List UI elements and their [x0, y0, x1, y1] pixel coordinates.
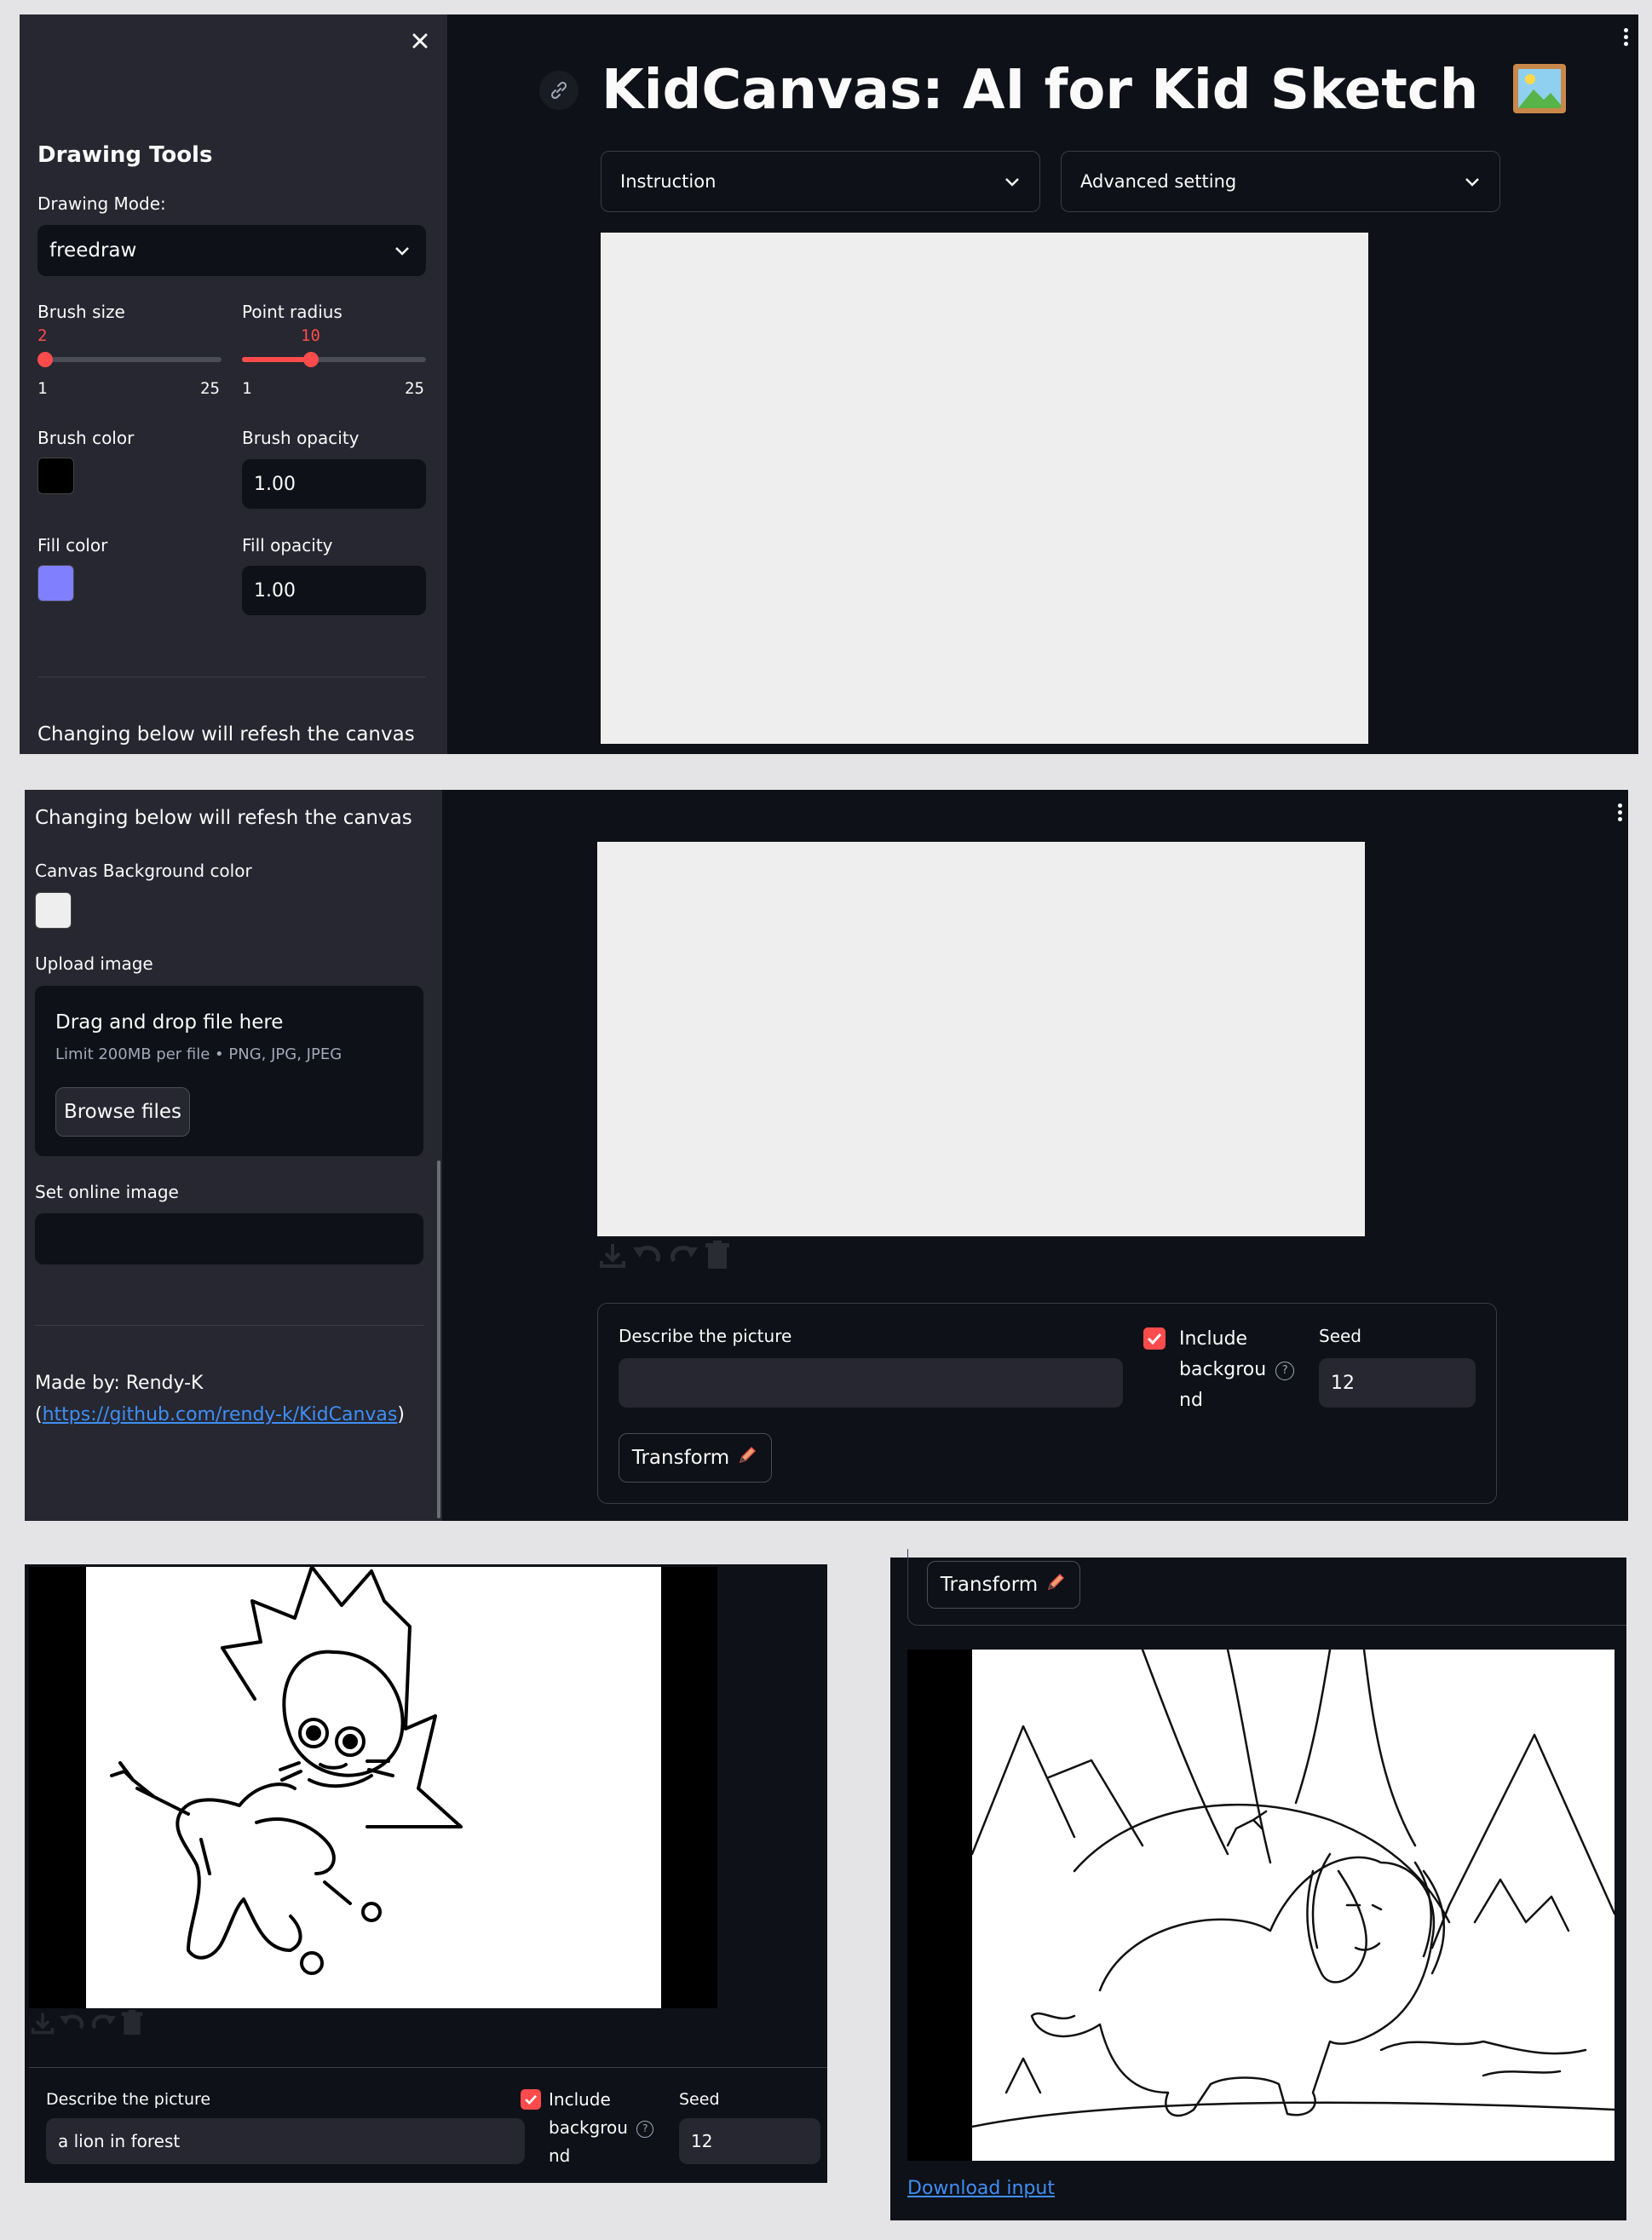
online-image-label: Set online image — [35, 1182, 179, 1202]
pencil-icon — [736, 1444, 758, 1471]
page-title-text: KidCanvas: AI for Kid Sketch — [602, 59, 1479, 122]
lion-sketch-drawing — [110, 1565, 463, 1975]
drawing-mode-select[interactable]: freedraw — [37, 225, 426, 276]
refresh-note: Changing below will refesh the canvas — [35, 807, 412, 829]
dropzone-title: Drag and drop file here — [55, 1011, 284, 1034]
chevron-down-icon — [1464, 171, 1481, 192]
pencil-icon — [1045, 1571, 1067, 1598]
trash-icon[interactable] — [703, 1240, 732, 1274]
point-radius-slider[interactable] — [242, 351, 429, 368]
instruction-expander-label: Instruction — [620, 171, 717, 192]
download-icon[interactable] — [597, 1241, 628, 1273]
fill-color-label: Fill color — [37, 535, 108, 556]
advanced-setting-expander-label: Advanced setting — [1080, 171, 1237, 192]
transform-button[interactable]: Transform — [927, 1561, 1080, 1609]
drawing-mode-label: Drawing Mode: — [37, 193, 166, 214]
fill-opacity-label: Fill opacity — [242, 535, 333, 556]
form-divider — [29, 2067, 827, 2068]
online-image-input[interactable] — [35, 1213, 423, 1264]
redo-icon[interactable] — [89, 2010, 118, 2039]
help-icon[interactable]: ? — [636, 2121, 654, 2138]
fill-color-picker[interactable] — [37, 565, 74, 602]
point-radius-max: 25 — [405, 379, 424, 398]
brush-color-label: Brush color — [37, 428, 135, 448]
browse-files-button[interactable]: Browse files — [55, 1087, 190, 1137]
help-icon[interactable]: ? — [1275, 1362, 1295, 1380]
point-radius-value: 10 — [301, 326, 320, 345]
panel-result: Transform Download input — [890, 1549, 1626, 2220]
undo-icon[interactable] — [631, 1241, 664, 1273]
fill-opacity-input[interactable]: 1.00 — [242, 566, 426, 615]
undo-icon[interactable] — [58, 2010, 87, 2039]
sidebar: Drawing Tools Drawing Mode: freedraw Bru… — [20, 14, 447, 754]
seed-input[interactable]: 12 — [1319, 1358, 1476, 1408]
include-background-checkbox[interactable] — [521, 2089, 541, 2110]
describe-label: Describe the picture — [46, 2090, 211, 2109]
github-link[interactable]: https://github.com/rendy-k/KidCanvas — [43, 1404, 398, 1425]
seed-input[interactable]: 12 — [679, 2118, 820, 2164]
panel-sketch-example: Describe the picture a lion in forest In… — [25, 1564, 827, 2183]
result-image — [907, 1648, 1616, 2161]
brush-size-value: 2 — [37, 326, 48, 345]
kebab-menu-icon[interactable] — [1624, 26, 1629, 49]
canvas-bg-color-picker[interactable] — [35, 892, 72, 929]
brush-opacity-label: Brush opacity — [242, 428, 360, 448]
upload-image-label: Upload image — [35, 953, 153, 974]
page-title: KidCanvas: AI for Kid Sketch — [602, 59, 1566, 122]
sidebar-heading: Drawing Tools — [37, 142, 213, 168]
sidebar-lower: Changing below will refesh the canvas Ca… — [25, 790, 442, 1521]
advanced-setting-expander[interactable]: Advanced setting — [1061, 151, 1500, 212]
point-radius-min: 1 — [242, 379, 252, 398]
drawing-mode-value: freedraw — [49, 239, 137, 262]
point-radius-slider-thumb[interactable] — [303, 352, 319, 367]
instruction-expander[interactable]: Instruction — [601, 151, 1040, 212]
sidebar-scrollbar[interactable] — [437, 1160, 440, 1518]
canvas-toolbar — [29, 2009, 157, 2040]
canvas-toolbar — [597, 1241, 734, 1272]
lion-forest-result-drawing — [970, 1648, 1616, 2128]
transform-button-label: Transform — [631, 1447, 730, 1469]
canvas-bg-color-label: Canvas Background color — [35, 861, 252, 881]
brush-color-picker[interactable] — [37, 458, 74, 494]
redo-icon[interactable] — [667, 1241, 699, 1273]
describe-label: Describe the picture — [619, 1326, 792, 1346]
brush-size-slider[interactable] — [37, 351, 225, 368]
brush-size-min: 1 — [37, 379, 48, 398]
describe-input[interactable] — [619, 1358, 1123, 1408]
seed-label: Seed — [679, 2090, 720, 2109]
sketch-canvas[interactable] — [29, 1565, 717, 2008]
download-input-link[interactable]: Download input — [907, 2178, 1055, 2199]
drawing-canvas[interactable] — [597, 842, 1365, 1236]
seed-label: Seed — [1319, 1326, 1361, 1346]
trash-icon[interactable] — [119, 2009, 145, 2040]
kebab-menu-icon[interactable] — [1618, 801, 1623, 824]
refresh-note: Changing below will refesh the canvas — [37, 723, 415, 746]
drawing-canvas[interactable] — [601, 233, 1368, 744]
made-by-credit: Made by: Rendy-K (https://github.com/ren… — [35, 1368, 435, 1431]
transform-button[interactable]: Transform — [619, 1433, 772, 1483]
picture-emoji-icon — [1512, 64, 1566, 113]
link-icon[interactable] — [539, 71, 578, 110]
dropzone-limit: Limit 200MB per file • PNG, JPG, JPEG — [55, 1045, 342, 1063]
file-dropzone[interactable]: Drag and drop file here Limit 200MB per … — [35, 986, 423, 1156]
transform-form: Describe the picture Include backgrou ? … — [597, 1303, 1497, 1504]
chevron-down-icon — [394, 240, 411, 262]
download-icon[interactable] — [29, 2010, 56, 2039]
panel-main-top: Drawing Tools Drawing Mode: freedraw Bru… — [20, 14, 1638, 754]
brush-size-max: 25 — [200, 379, 220, 398]
panel-main-middle: Changing below will refesh the canvas Ca… — [25, 790, 1628, 1521]
chevron-down-icon — [1004, 171, 1021, 192]
include-background-label: Include backgrou ? nd — [549, 2086, 654, 2170]
made-by-suffix: ) — [397, 1404, 405, 1425]
describe-input[interactable]: a lion in forest — [46, 2118, 525, 2164]
include-background-checkbox[interactable] — [1143, 1327, 1166, 1350]
brush-opacity-input[interactable]: 1.00 — [242, 459, 426, 509]
close-icon[interactable] — [407, 28, 433, 54]
transform-button-label: Transform — [940, 1574, 1039, 1596]
sidebar-divider — [35, 1325, 423, 1326]
include-background-label: Include backgrou ? nd — [1179, 1324, 1295, 1416]
point-radius-label: Point radius — [242, 302, 342, 322]
brush-size-label: Brush size — [37, 302, 125, 322]
brush-size-slider-thumb[interactable] — [37, 352, 53, 367]
